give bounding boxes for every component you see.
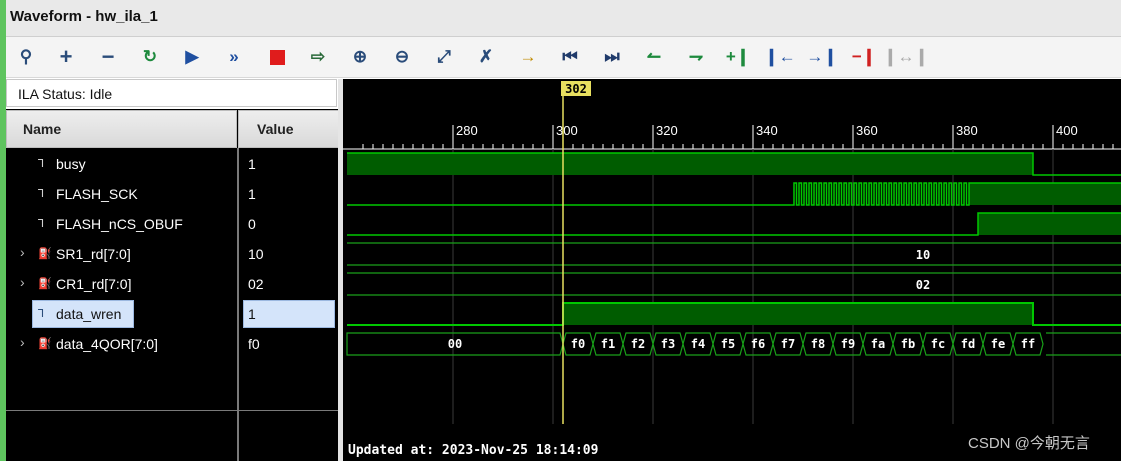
- zoom-out-icon[interactable]: ⊖: [390, 45, 414, 69]
- signal-value: 10: [248, 246, 264, 262]
- swap-cursors-icon[interactable]: −❙: [852, 45, 876, 69]
- q-bus-value-label: fb: [901, 337, 915, 351]
- wire-signal-icon: ⅂: [38, 218, 45, 230]
- signal-row[interactable]: ⅂ FLASH_nCS_OBUF: [6, 209, 238, 239]
- updated-timestamp: Updated at: 2023-Nov-25 18:14:09: [348, 443, 599, 458]
- sr1-bus-value-label: 10: [916, 248, 930, 262]
- watermark-text: CSDN @今朝无言: [968, 435, 1090, 452]
- cursor-icon[interactable]: ✗: [474, 45, 498, 69]
- expand-chevron-icon[interactable]: ›: [20, 274, 25, 290]
- add-marker-icon[interactable]: +❙: [726, 45, 750, 69]
- zoom-fit-icon[interactable]: ⤢: [432, 45, 456, 69]
- title-bar: [0, 0, 1121, 37]
- q-bus-value-label: f3: [661, 337, 675, 351]
- signal-name: FLASH_nCS_OBUF: [56, 216, 183, 232]
- signal-row[interactable]: ⅂ FLASH_SCK: [6, 179, 238, 209]
- waveform-canvas[interactable]: 280 300 320 340 360 380 400 10 02 00 f0 f1 f2 f3 f4 f5 f…: [343, 79, 1121, 461]
- zoom-plus-icon[interactable]: +: [54, 44, 78, 69]
- signal-name: SR1_rd[7:0]: [56, 246, 131, 262]
- busy-high-fill: [347, 153, 1033, 175]
- window-title: Waveform - hw_ila_1: [10, 8, 158, 25]
- q-bus-value-label: 00: [448, 337, 462, 351]
- expand-chevron-icon[interactable]: ›: [20, 334, 25, 350]
- signal-name: FLASH_SCK: [56, 186, 138, 202]
- value-column-header[interactable]: Value: [238, 110, 339, 148]
- bus-signal-icon: ⛽: [38, 338, 52, 350]
- refresh-icon[interactable]: ↻: [138, 45, 162, 69]
- q-bus-value-label: f7: [781, 337, 795, 351]
- prev-marker-icon[interactable]: ❙←: [764, 45, 795, 69]
- ruler-tick-label: 300: [556, 123, 578, 138]
- expand-chevron-icon[interactable]: ›: [20, 244, 25, 260]
- wren-high-fill: [563, 303, 1033, 325]
- q-bus-value-label: f5: [721, 337, 735, 351]
- ruler-tick-label: 380: [956, 123, 978, 138]
- ruler-tick-label: 400: [1056, 123, 1078, 138]
- wire-signal-icon: ⅂: [38, 188, 45, 200]
- ruler-background: [343, 79, 1121, 149]
- name-column-header[interactable]: Name: [6, 110, 237, 148]
- q-bus-value-label: fe: [991, 337, 1005, 351]
- ila-status-text: ILA Status: Idle: [18, 86, 113, 102]
- run-immediate-icon[interactable]: »: [222, 45, 246, 69]
- q-bus-value-label: f0: [571, 337, 585, 351]
- signal-name: CR1_rd[7:0]: [56, 276, 132, 292]
- q-bus-value-label: f4: [691, 337, 705, 351]
- q-bus-value-label: fc: [931, 337, 945, 351]
- go-to-start-icon[interactable]: ⏮: [558, 45, 582, 69]
- signal-value: 0: [248, 216, 256, 232]
- signal-row[interactable]: › ⛽ data_4QOR[7:0]: [6, 329, 238, 359]
- sck-high-fill: [969, 183, 1121, 205]
- toolbar: ⚲ + − ↻ ▶ » ⇨ ⊕ ⊖ ⤢ ✗ → ⏮ ⏭ ↼ ⇁ +❙ ❙← →❙…: [6, 37, 1121, 78]
- signal-value: 1: [248, 156, 256, 172]
- go-to-end-icon[interactable]: ⏭: [600, 45, 624, 69]
- signal-row[interactable]: ⅂ data_wren: [6, 299, 238, 329]
- cr1-bus-value-label: 02: [916, 278, 930, 292]
- go-to-cursor-icon[interactable]: →: [516, 45, 540, 69]
- run-trigger-icon[interactable]: ▶: [180, 45, 204, 69]
- signal-value: f0: [248, 336, 260, 352]
- waveform-panel[interactable]: 280 300 320 340 360 380 400 10 02 00 f0 f1 f2 f3 f4 f5 f…: [343, 79, 1121, 461]
- value-highlight: [243, 300, 335, 328]
- wire-signal-icon: ⅂: [38, 158, 45, 170]
- zoom-in-icon[interactable]: ⊕: [348, 45, 372, 69]
- next-transition-icon[interactable]: ⇁: [684, 45, 708, 69]
- prev-transition-icon[interactable]: ↼: [642, 45, 666, 69]
- signal-name: busy: [56, 156, 86, 172]
- search-icon[interactable]: ⚲: [14, 45, 38, 69]
- time-cursor-label: 302: [565, 82, 587, 96]
- signal-row[interactable]: › ⛽ SR1_rd[7:0]: [6, 239, 238, 269]
- ncs-high-fill: [978, 213, 1121, 235]
- q-bus-value-label: f8: [811, 337, 825, 351]
- signal-row[interactable]: ⅂ busy: [6, 149, 238, 179]
- q-bus-value-label: fa: [871, 337, 885, 351]
- signal-name: data_wren: [56, 306, 122, 322]
- stop-icon[interactable]: [265, 45, 289, 69]
- signal-value: 1: [248, 306, 256, 322]
- q-bus-value-label: ff: [1021, 337, 1035, 351]
- ruler-tick-label: 280: [456, 123, 478, 138]
- zoom-minus-icon[interactable]: −: [96, 44, 120, 69]
- bus-signal-icon: ⛽: [38, 248, 52, 260]
- disabled-marker-icon: ❙↔❙: [883, 47, 929, 66]
- q-bus-value-label: f1: [601, 337, 615, 351]
- signal-row[interactable]: › ⛽ CR1_rd[7:0]: [6, 269, 238, 299]
- bus-signal-icon: ⛽: [38, 278, 52, 290]
- list-end-line: [6, 410, 339, 411]
- next-marker-icon[interactable]: →❙: [806, 45, 837, 69]
- q-bus-value-label: f9: [841, 337, 855, 351]
- ruler-tick-label: 320: [656, 123, 678, 138]
- signal-name: data_4QOR[7:0]: [56, 336, 158, 352]
- signal-value: 02: [248, 276, 264, 292]
- q-bus-value-label: fd: [961, 337, 975, 351]
- q-bus-value-label: f2: [631, 337, 645, 351]
- signal-value: 1: [248, 186, 256, 202]
- q-bus-value-label: f6: [751, 337, 765, 351]
- export-icon[interactable]: ⇨: [306, 45, 330, 69]
- ruler-tick-label: 340: [756, 123, 778, 138]
- ruler-tick-label: 360: [856, 123, 878, 138]
- wire-signal-icon: ⅂: [38, 308, 45, 320]
